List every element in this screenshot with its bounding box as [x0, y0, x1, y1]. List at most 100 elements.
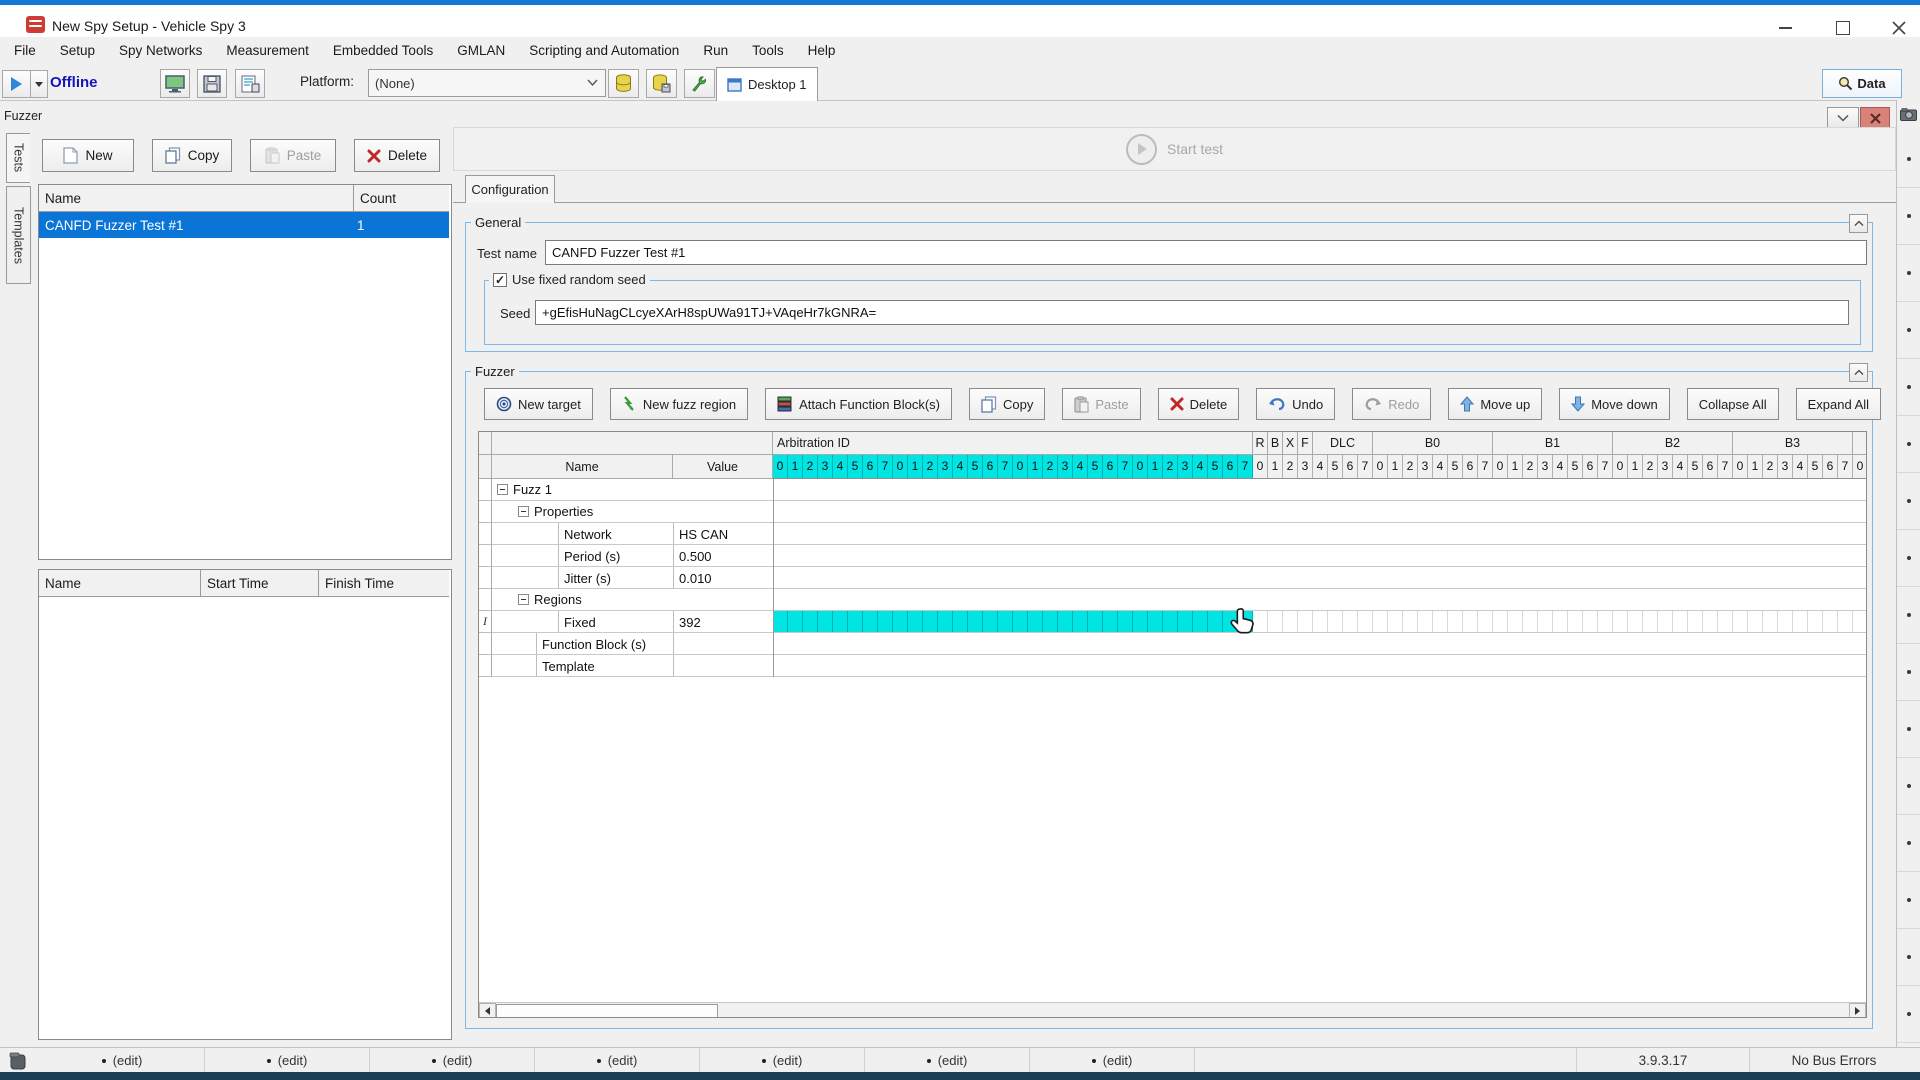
dock-strip-segment[interactable] [1897, 358, 1920, 416]
tree-expander[interactable] [518, 506, 529, 517]
close-button[interactable] [1882, 17, 1916, 39]
empty-bit-cell[interactable] [1628, 611, 1643, 632]
empty-bit-cell[interactable] [1553, 611, 1568, 632]
menu-setup[interactable]: Setup [48, 37, 107, 64]
tab-configuration[interactable]: Configuration [465, 175, 555, 203]
fuzz-region-cell[interactable] [1118, 611, 1133, 632]
setup-hardware-button[interactable] [684, 69, 715, 98]
runs-col-finish[interactable]: Finish Time [319, 570, 449, 597]
empty-bit-cell[interactable] [1688, 611, 1703, 632]
row-name-jitter-s[interactable]: Jitter (s) [558, 567, 673, 589]
dock-strip-segment[interactable] [1897, 301, 1920, 359]
h-scrollbar[interactable] [479, 1002, 1866, 1018]
maximize-button[interactable] [1826, 17, 1860, 39]
dock-strip-segment[interactable] [1897, 700, 1920, 758]
dock-strip-segment[interactable] [1897, 928, 1920, 986]
tab-tests[interactable]: Tests [6, 133, 30, 183]
dock-strip-segment[interactable] [1897, 529, 1920, 587]
fuzz-region-cell[interactable] [1058, 611, 1073, 632]
tests-row-selected[interactable]: CANFD Fuzzer Test #1 1 [39, 212, 449, 238]
fuzz-region-cell[interactable] [1208, 611, 1223, 632]
tree-group-regions[interactable]: Regions [534, 592, 582, 607]
fuzz-region-cell[interactable] [908, 611, 923, 632]
fuzz-region-cell[interactable] [848, 611, 863, 632]
empty-bit-cell[interactable] [1268, 611, 1283, 632]
copy-button[interactable]: Copy [969, 388, 1045, 420]
empty-bit-cell[interactable] [1823, 611, 1838, 632]
empty-bit-cell[interactable] [1703, 611, 1718, 632]
row-name-fixed[interactable]: Fixed [558, 611, 673, 633]
tree-expander[interactable] [518, 594, 529, 605]
row-name-template[interactable]: Template [536, 655, 673, 677]
dock-strip-segment[interactable] [1897, 244, 1920, 302]
scroll-right-button[interactable] [1849, 1003, 1866, 1018]
data-button[interactable]: Data [1822, 69, 1902, 98]
tests-col-name[interactable]: Name [39, 185, 354, 212]
fuzz-region-cell[interactable] [1193, 611, 1208, 632]
dock-strip-segment[interactable] [1897, 472, 1920, 530]
empty-bit-cell[interactable] [1793, 611, 1808, 632]
empty-bit-cell[interactable] [1658, 611, 1673, 632]
empty-bit-cell[interactable] [1523, 611, 1538, 632]
fuzz-region-cell[interactable] [833, 611, 848, 632]
dock-strip-segment[interactable] [1897, 187, 1920, 245]
delete-button[interactable]: Delete [1158, 388, 1240, 420]
row-name-period-s[interactable]: Period (s) [558, 545, 673, 567]
fuzz-region-cell[interactable] [923, 611, 938, 632]
scroll-thumb[interactable] [496, 1004, 718, 1018]
empty-bit-cell[interactable] [1778, 611, 1793, 632]
empty-bit-cell[interactable] [1463, 611, 1478, 632]
empty-bit-cell[interactable] [1733, 611, 1748, 632]
new-fuzz-region-button[interactable]: New fuzz region [610, 388, 748, 420]
empty-bit-cell[interactable] [1613, 611, 1628, 632]
menu-help[interactable]: Help [796, 37, 848, 64]
menu-gmlan[interactable]: GMLAN [445, 37, 517, 64]
start-test-button[interactable]: Start test [453, 127, 1896, 171]
empty-bit-cell[interactable] [1598, 611, 1613, 632]
panel-collapse-button[interactable] [1827, 107, 1859, 129]
new-target-button[interactable]: New target [484, 388, 593, 420]
runs-col-start[interactable]: Start Time [201, 570, 319, 597]
empty-bit-cell[interactable] [1763, 611, 1778, 632]
row-value-jitter-s[interactable]: 0.010 [673, 567, 773, 589]
fuzz-region-cell[interactable] [1163, 611, 1178, 632]
panel-close-button[interactable] [1860, 107, 1890, 129]
fuzz-region-cell[interactable] [878, 611, 893, 632]
row-name-function-block-s[interactable]: Function Block (s) [536, 633, 673, 655]
row-name-network[interactable]: Network [558, 523, 673, 545]
minimize-button[interactable] [1768, 17, 1802, 39]
dock-strip-segment[interactable] [1897, 985, 1920, 1043]
attach-function-block-s-button[interactable]: Attach Function Block(s) [765, 388, 952, 420]
empty-bit-cell[interactable] [1643, 611, 1658, 632]
fuzz-region-cell[interactable] [863, 611, 878, 632]
expand-all-button[interactable]: Expand All [1796, 388, 1881, 420]
empty-bit-cell[interactable] [1358, 611, 1373, 632]
dock-strip-segment[interactable] [1897, 757, 1920, 815]
fuzz-region-cell[interactable] [893, 611, 908, 632]
fuzz-region-cell[interactable] [1178, 611, 1193, 632]
general-collapse-button[interactable] [1849, 214, 1868, 233]
menu-run[interactable]: Run [691, 37, 740, 64]
dock-strip-segment[interactable] [1897, 643, 1920, 701]
undo-button[interactable]: Undo [1256, 388, 1335, 420]
row-value-fixed[interactable]: 392 [673, 611, 773, 633]
empty-bit-cell[interactable] [1388, 611, 1403, 632]
menu-embedded-tools[interactable]: Embedded Tools [321, 37, 445, 64]
empty-bit-cell[interactable] [1583, 611, 1598, 632]
fuzz-region-cell[interactable] [998, 611, 1013, 632]
fuzzer-collapse-button[interactable] [1849, 363, 1868, 382]
empty-bit-cell[interactable] [1433, 611, 1448, 632]
empty-bit-cell[interactable] [1718, 611, 1733, 632]
tree-group-fuzz-1[interactable]: Fuzz 1 [513, 482, 552, 497]
dock-strip-segment[interactable] [1897, 586, 1920, 644]
empty-bit-cell[interactable] [1343, 611, 1358, 632]
empty-bit-cell[interactable] [1673, 611, 1688, 632]
menu-tools[interactable]: Tools [740, 37, 796, 64]
row-value-network[interactable]: HS CAN [673, 523, 773, 545]
fuzz-region-cell[interactable] [1013, 611, 1028, 632]
text-setup-button[interactable] [235, 69, 265, 98]
collapse-all-button[interactable]: Collapse All [1687, 388, 1779, 420]
empty-bit-cell[interactable] [1748, 611, 1763, 632]
database-save-button[interactable] [646, 69, 677, 98]
tab-templates[interactable]: Templates [6, 186, 31, 284]
